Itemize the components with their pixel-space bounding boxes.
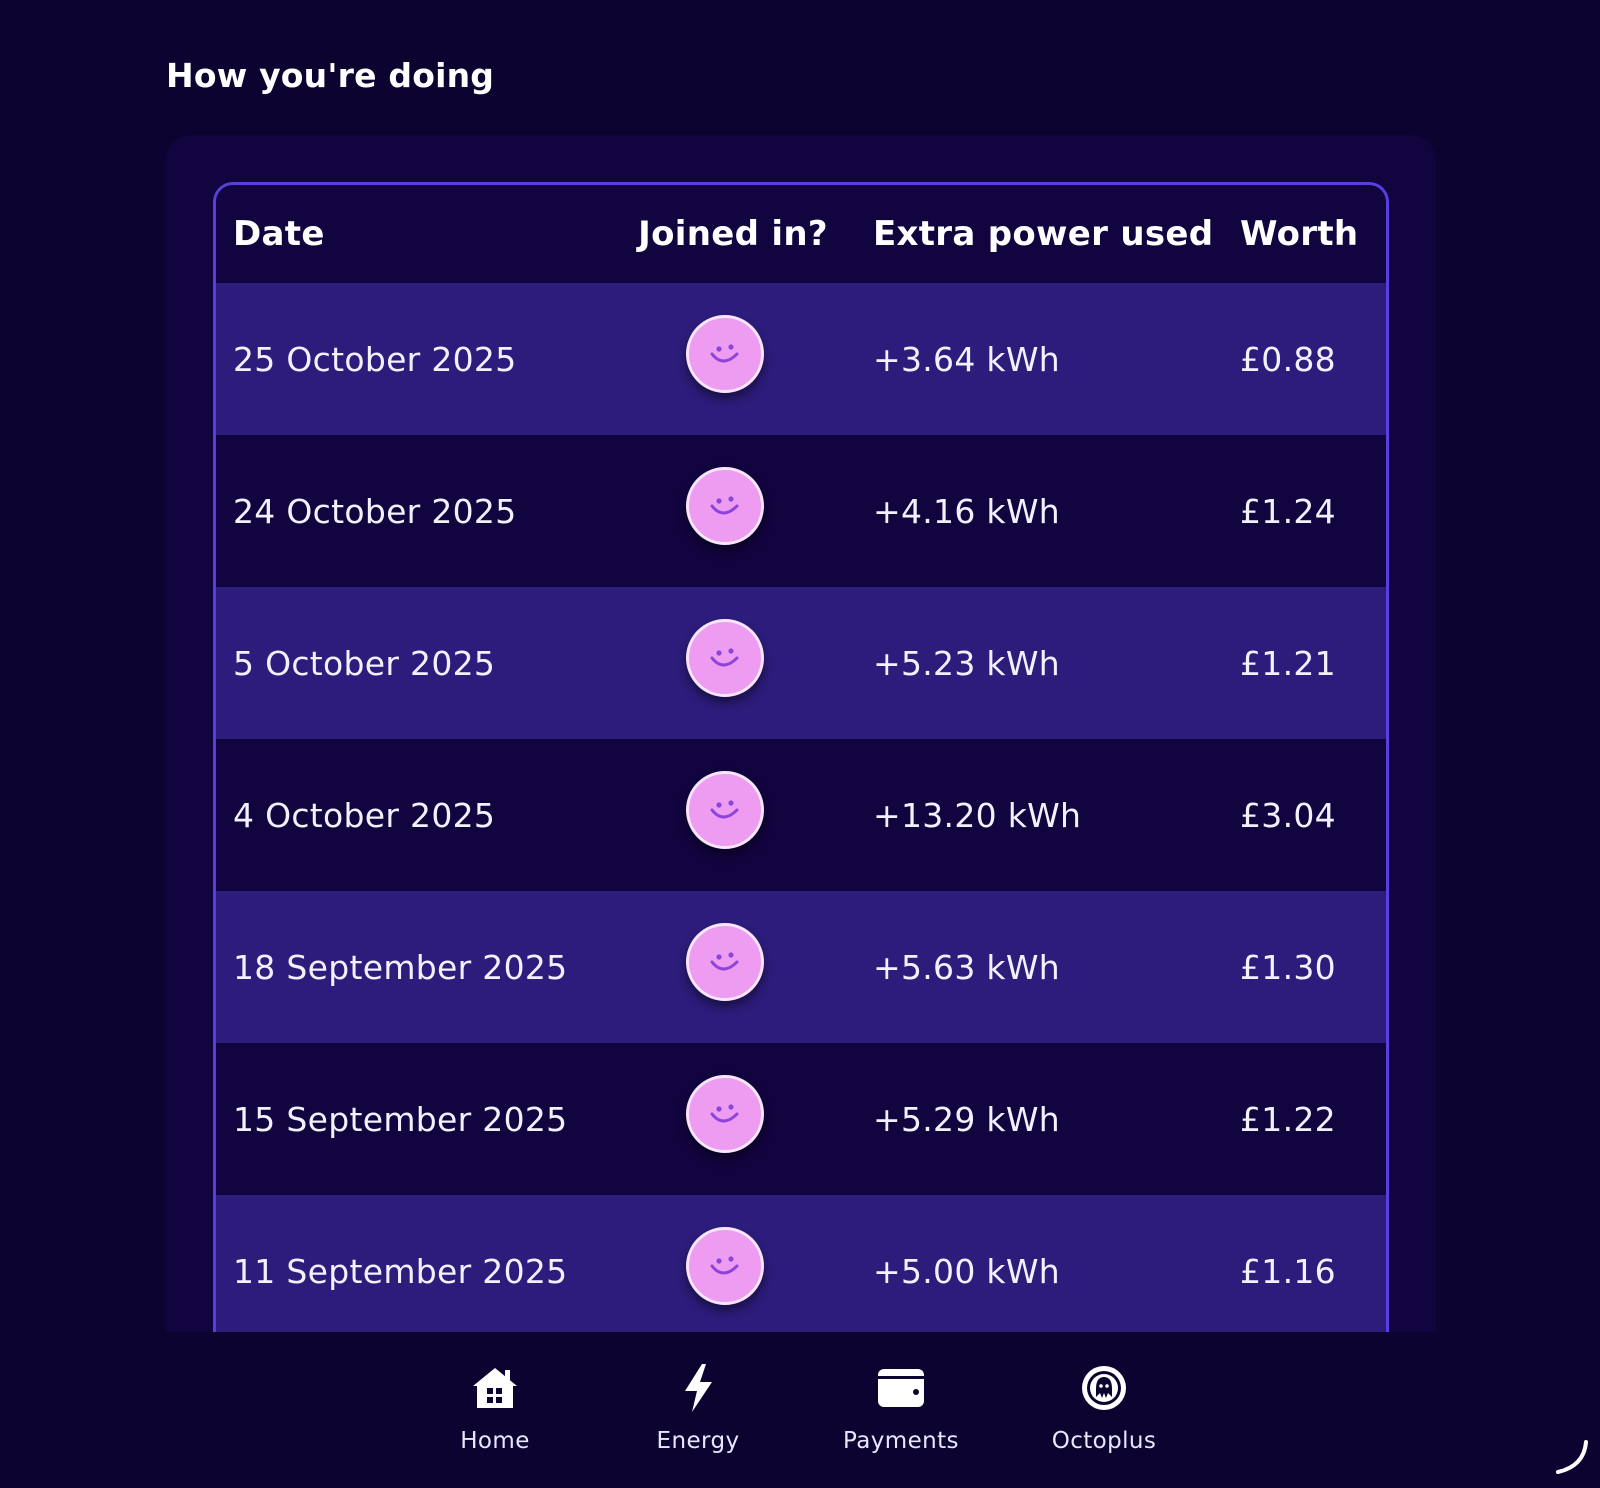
nav-item-energy[interactable]: Energy (618, 1362, 778, 1454)
table-row: 25 October 2025 +3.64 kWh £0.88 (216, 283, 1386, 435)
smiley-face-icon (686, 923, 764, 1001)
header-extra-power: Extra power used (873, 214, 1214, 254)
row-date: 24 October 2025 (233, 491, 517, 531)
row-date: 5 October 2025 (233, 643, 496, 683)
row-date: 25 October 2025 (233, 339, 517, 379)
table-row: 4 October 2025 +13.20 kWh £3.04 (216, 739, 1386, 891)
row-worth: £1.24 (1240, 491, 1336, 531)
smiley-face-icon (686, 467, 764, 545)
smiley-face-icon (686, 315, 764, 393)
section-title: How you're doing (166, 56, 495, 95)
results-table: Date Joined in? Extra power used Worth 2… (213, 182, 1389, 1335)
smiley-face-icon (686, 619, 764, 697)
lightning-bolt-icon (680, 1362, 716, 1414)
header-date: Date (233, 214, 325, 254)
wallet-icon (876, 1362, 926, 1414)
row-joined (620, 315, 846, 393)
table-row: 11 September 2025 +5.00 kWh £1.16 (216, 1195, 1386, 1335)
nav-label-energy: Energy (656, 1428, 740, 1454)
nav-item-payments[interactable]: Payments (821, 1362, 981, 1454)
table-row: 5 October 2025 +5.23 kWh £1.21 (216, 587, 1386, 739)
nav-label-payments: Payments (843, 1428, 959, 1454)
table-body: 25 October 2025 +3.64 kWh £0.88 24 Octob… (216, 283, 1386, 1335)
table-header: Date Joined in? Extra power used Worth (216, 185, 1386, 283)
row-joined (620, 771, 846, 849)
row-date: 4 October 2025 (233, 795, 496, 835)
row-extra-power: +13.20 kWh (873, 795, 1082, 835)
row-extra-power: +5.63 kWh (873, 947, 1060, 987)
row-date: 11 September 2025 (233, 1251, 568, 1291)
row-extra-power: +3.64 kWh (873, 339, 1060, 379)
table-row: 15 September 2025 +5.29 kWh £1.22 (216, 1043, 1386, 1195)
table-row: 18 September 2025 +5.63 kWh £1.30 (216, 891, 1386, 1043)
row-joined (620, 1227, 846, 1305)
row-worth: £3.04 (1240, 795, 1336, 835)
bottom-navigation: Home Energy Payments Octoplus (0, 1332, 1600, 1488)
row-worth: £1.30 (1240, 947, 1336, 987)
nav-label-home: Home (460, 1428, 530, 1454)
row-extra-power: +5.29 kWh (873, 1099, 1060, 1139)
row-worth: £1.21 (1240, 643, 1336, 683)
row-worth: £1.22 (1240, 1099, 1336, 1139)
home-icon (470, 1362, 520, 1414)
nav-item-octoplus[interactable]: Octoplus (1024, 1362, 1184, 1454)
row-joined (620, 923, 846, 1001)
smiley-face-icon (686, 1227, 764, 1305)
row-extra-power: +5.23 kWh (873, 643, 1060, 683)
row-joined (620, 619, 846, 697)
smiley-face-icon (686, 771, 764, 849)
nav-label-octoplus: Octoplus (1051, 1428, 1157, 1454)
row-joined (620, 467, 846, 545)
header-joined: Joined in? (638, 214, 828, 254)
octoplus-coin-icon (1079, 1362, 1129, 1414)
results-card: Date Joined in? Extra power used Worth 2… (166, 135, 1436, 1335)
row-extra-power: +5.00 kWh (873, 1251, 1060, 1291)
row-worth: £1.16 (1240, 1251, 1336, 1291)
row-date: 15 September 2025 (233, 1099, 568, 1139)
nav-item-home[interactable]: Home (415, 1362, 575, 1454)
smiley-face-icon (686, 1075, 764, 1153)
row-worth: £0.88 (1240, 339, 1336, 379)
app-screen: How you're doing Date Joined in? Extra p… (0, 0, 1600, 1488)
header-worth: Worth (1240, 214, 1359, 254)
row-extra-power: +4.16 kWh (873, 491, 1060, 531)
row-joined (620, 1075, 846, 1153)
table-row: 24 October 2025 +4.16 kWh £1.24 (216, 435, 1386, 587)
row-date: 18 September 2025 (233, 947, 568, 987)
loading-arc-icon (1550, 1436, 1590, 1480)
